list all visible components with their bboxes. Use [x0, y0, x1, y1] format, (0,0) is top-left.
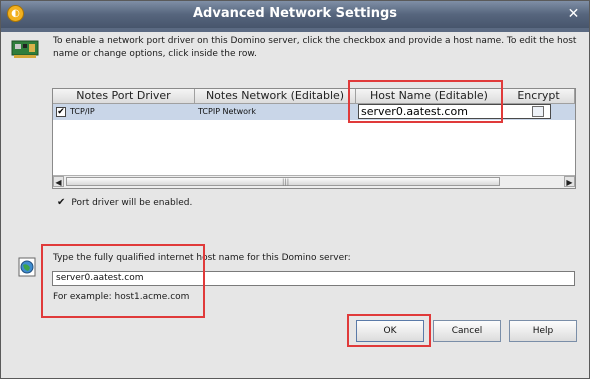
enable-checkbox[interactable]: ✔ — [56, 107, 66, 117]
title-bar[interactable]: ◐ Advanced Network Settings ✕ — [1, 1, 589, 29]
cancel-button[interactable]: Cancel — [433, 320, 501, 342]
table-row[interactable]: ✔ TCP/IP TCPIP Network server0.aatest.co… — [53, 104, 575, 120]
advanced-network-settings-dialog: ◐ Advanced Network Settings ✕ To enable … — [0, 0, 590, 379]
host-name-label: Type the fully qualified internet host n… — [53, 253, 351, 263]
host-name-input[interactable]: server0.aatest.com — [52, 271, 575, 286]
port-driver-cell: TCP/IP — [70, 107, 95, 116]
intro-instructions: To enable a network port driver on this … — [53, 36, 577, 59]
column-header-network[interactable]: Notes Network (Editable) — [195, 89, 356, 103]
title-separator — [1, 28, 589, 32]
scroll-right-icon[interactable]: ▶ — [564, 176, 575, 187]
close-icon[interactable]: ✕ — [566, 7, 581, 22]
dialog-title: Advanced Network Settings — [192, 6, 398, 21]
network-cell[interactable]: TCPIP Network — [198, 104, 256, 120]
host-name-example: For example: host1.acme.com — [53, 292, 190, 302]
ok-button[interactable]: OK — [356, 320, 424, 342]
check-icon: ✔ — [57, 197, 66, 208]
status-message: ✔ Port driver will be enabled. — [57, 197, 192, 208]
table-header: Notes Port Driver Notes Network (Editabl… — [53, 89, 575, 104]
help-button[interactable]: Help — [509, 320, 577, 342]
host-name-cell-editor[interactable]: server0.aatest.com — [358, 104, 551, 119]
encrypt-checkbox[interactable] — [532, 106, 544, 117]
port-driver-table[interactable]: Notes Port Driver Notes Network (Editabl… — [52, 88, 576, 189]
status-text: Port driver will be enabled. — [71, 198, 193, 208]
column-header-port-driver[interactable]: Notes Port Driver — [53, 89, 195, 103]
column-header-host-name[interactable]: Host Name (Editable) — [356, 89, 503, 103]
grip-icon: ||| — [282, 178, 290, 186]
scroll-left-icon[interactable]: ◀ — [53, 176, 64, 187]
scroll-thumb[interactable]: ||| — [66, 177, 500, 186]
horizontal-scrollbar[interactable]: ◀ ||| ▶ — [53, 175, 575, 188]
globe-network-icon — [18, 257, 36, 277]
network-card-icon — [11, 40, 39, 58]
column-header-encrypt[interactable]: Encrypt — [503, 89, 575, 103]
